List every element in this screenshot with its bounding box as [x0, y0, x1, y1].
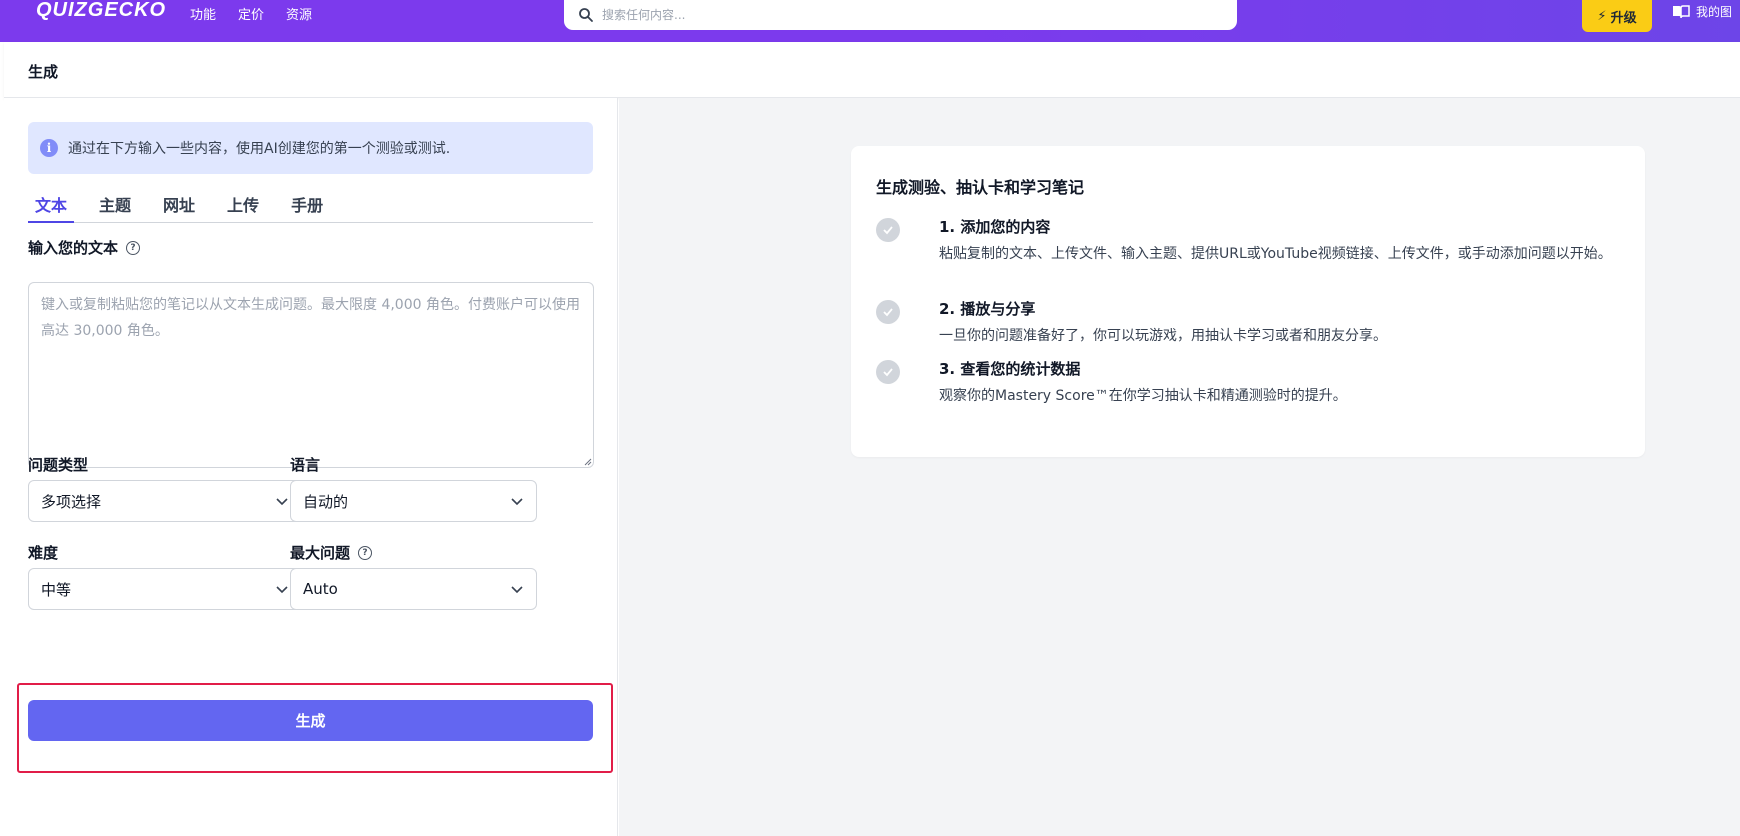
step-description: 观察你的Mastery Score™在你学习抽认卡和精通测验时的提升。	[939, 388, 1347, 404]
check-icon	[876, 218, 900, 242]
max-questions-label-text: 最大问题	[290, 544, 351, 562]
search-input[interactable]	[602, 8, 1202, 22]
input-tabs: 文本 主题 网址 上传 手册	[28, 188, 593, 223]
max-questions-select[interactable]: Auto	[290, 568, 537, 610]
text-input-area[interactable]	[28, 282, 594, 468]
step-title: 3. 查看您的统计数据	[939, 360, 1081, 378]
nav-item-pricing[interactable]: 定价	[238, 4, 264, 23]
question-type-label: 问题类型	[28, 456, 89, 474]
difficulty-value: 中等	[41, 580, 72, 599]
tab-manual[interactable]: 手册	[284, 188, 330, 223]
language-select[interactable]: 自动的	[290, 480, 537, 522]
step-title: 1. 添加您的内容	[939, 218, 1051, 236]
top-navigation-bar: QUIZGECKO 功能 定价 资源 ⚡ 升级 我的图	[0, 0, 1740, 42]
help-panel: 生成测验、抽认卡和学习笔记 1. 添加您的内容 粘贴复制的文本、上传文件、输入主…	[619, 98, 1740, 836]
generate-form-panel: i 通过在下方输入一些内容，使用AI创建您的第一个测验或测试. 文本 主题 网址…	[4, 98, 618, 836]
page-title: 生成	[28, 63, 59, 81]
search-bar	[564, 0, 1237, 30]
page-header: 生成	[4, 42, 1740, 98]
info-banner: i 通过在下方输入一些内容，使用AI创建您的第一个测验或测试.	[28, 122, 593, 174]
lightning-icon: ⚡	[1597, 8, 1607, 24]
tab-topic[interactable]: 主题	[92, 188, 138, 223]
difficulty-select[interactable]: 中等	[28, 568, 302, 610]
generate-button[interactable]: 生成	[28, 700, 593, 741]
book-icon	[1673, 4, 1690, 18]
chevron-down-icon	[276, 586, 288, 594]
main-nav: 功能 定价 资源	[190, 4, 334, 23]
max-questions-label: 最大问题 ?	[290, 542, 373, 563]
text-input-label: 输入您的文本 ?	[28, 237, 141, 258]
card-title: 生成测验、抽认卡和学习笔记	[876, 178, 1085, 197]
upgrade-button[interactable]: ⚡ 升级	[1582, 0, 1652, 32]
text-input-label-text: 输入您的文本	[28, 239, 119, 257]
max-questions-value: Auto	[303, 580, 338, 598]
question-type-select[interactable]: 多项选择	[28, 480, 302, 522]
instructions-card: 生成测验、抽认卡和学习笔记 1. 添加您的内容 粘贴复制的文本、上传文件、输入主…	[851, 146, 1645, 457]
my-library-link[interactable]: 我的图	[1672, 3, 1732, 20]
step-title: 2. 播放与分享	[939, 300, 1036, 318]
quizgecko-logo[interactable]: QUIZGECKO	[36, 0, 166, 20]
chevron-down-icon	[511, 498, 523, 506]
chevron-down-icon	[511, 586, 523, 594]
help-icon[interactable]: ?	[126, 240, 141, 255]
tab-url[interactable]: 网址	[156, 188, 202, 223]
help-icon[interactable]: ?	[358, 545, 373, 560]
step-description: 一旦你的问题准备好了，你可以玩游戏，用抽认卡学习或者和朋友分享。	[939, 328, 1387, 344]
info-icon: i	[40, 139, 58, 157]
nav-item-features[interactable]: 功能	[190, 4, 216, 23]
tab-text[interactable]: 文本	[28, 188, 75, 223]
info-text: 通过在下方输入一些内容，使用AI创建您的第一个测验或测试.	[68, 141, 451, 157]
step-description: 粘贴复制的文本、上传文件、输入主题、提供URL或YouTube视频链接、上传文件…	[939, 246, 1612, 262]
check-icon	[876, 360, 900, 384]
upgrade-label: 升级	[1610, 10, 1637, 26]
difficulty-label: 难度	[28, 544, 59, 562]
check-icon	[876, 300, 900, 324]
my-library-label: 我的图	[1696, 5, 1733, 19]
language-value: 自动的	[303, 492, 349, 511]
question-type-value: 多项选择	[41, 492, 102, 511]
search-icon	[579, 8, 593, 22]
chevron-down-icon	[276, 498, 288, 506]
language-label: 语言	[290, 456, 321, 474]
resize-handle-icon[interactable]	[584, 458, 592, 466]
nav-item-resources[interactable]: 资源	[286, 4, 312, 23]
tab-upload[interactable]: 上传	[220, 188, 266, 223]
